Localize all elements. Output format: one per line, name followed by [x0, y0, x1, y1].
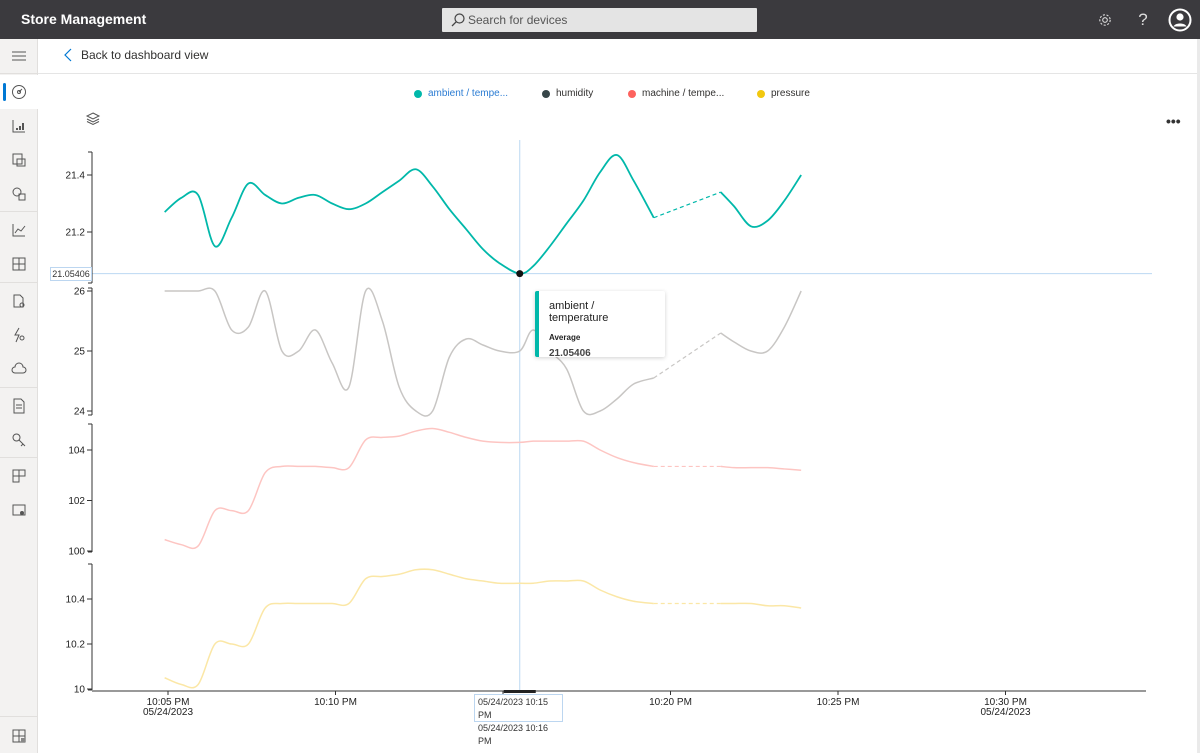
x-axis-cursor-marker	[503, 690, 536, 693]
y-tick-label: 10.4	[66, 595, 86, 606]
series-line-pressure	[720, 602, 802, 609]
y-value-readout: 21.05406	[50, 267, 92, 281]
y-tick-label: 25	[74, 347, 86, 358]
chart-tooltip: ambient / temperature Average 21.05406	[535, 291, 665, 359]
series-line-machine-temperature	[720, 465, 802, 471]
series-line-machine-temperature	[164, 427, 654, 550]
tooltip-label: Average	[549, 333, 581, 342]
y-tick-label: 21.4	[66, 171, 86, 182]
series-line-ambient-temperature	[720, 174, 802, 228]
x-tick-sublabel: 05/24/2023	[143, 707, 193, 718]
line-chart[interactable]: 10:05 PM05/24/202310:10 PM 10:20 PM 10:25 …	[0, 0, 1200, 753]
tooltip-title: ambient / temperature	[549, 300, 609, 324]
y-tick-label: 10.2	[66, 640, 86, 651]
series-line-ambient-temperature	[164, 154, 655, 275]
y-tick-label: 21.2	[66, 228, 86, 239]
series-line-pressure	[164, 568, 654, 689]
x-tick-label: 10:25 PM	[817, 697, 860, 708]
x-time-readout: 05/24/2023 10:15 PM 05/24/2023 10:16 PM	[474, 694, 563, 746]
y-tick-label: 100	[68, 547, 85, 558]
cursor-data-point	[516, 270, 524, 278]
x-tick-sublabel: 05/24/2023	[980, 707, 1030, 718]
y-tick-label: 24	[74, 407, 86, 418]
y-tick-label: 102	[68, 496, 85, 507]
series-gap-line	[653, 191, 721, 219]
tooltip-value: 21.05406	[549, 348, 591, 359]
y-tick-label: 104	[68, 446, 85, 457]
x-tick-label: 10:10 PM	[314, 697, 357, 708]
y-tick-label: 26	[74, 287, 86, 298]
x-readout-end: 05/24/2023 10:16 PM	[478, 723, 549, 746]
x-tick-label: 10:20 PM	[649, 697, 692, 708]
y-tick-label: 10	[74, 685, 86, 696]
series-line-humidity	[720, 290, 802, 354]
x-readout-start: 05/24/2023 10:15 PM	[478, 697, 549, 720]
